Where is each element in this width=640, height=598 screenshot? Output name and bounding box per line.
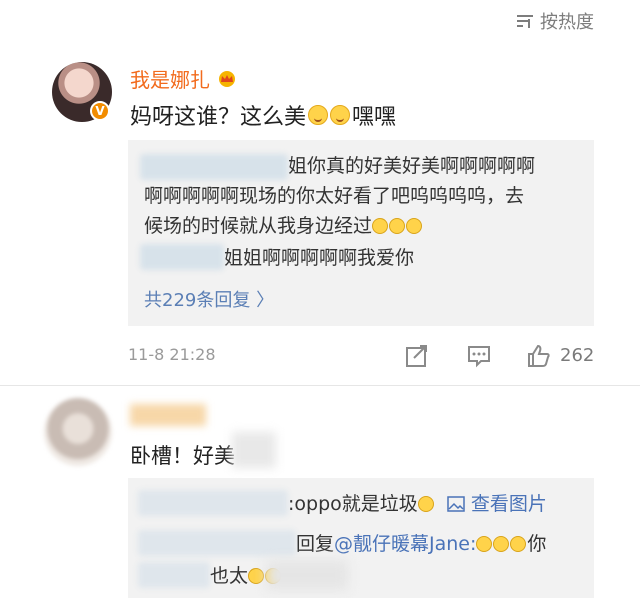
avatar[interactable] bbox=[44, 398, 112, 466]
like-count: 262 bbox=[560, 345, 595, 366]
comment-meta: 11-8 21:28 262 bbox=[128, 343, 596, 369]
username[interactable]: 我是娜扎 bbox=[130, 64, 210, 93]
blurred-username bbox=[138, 490, 288, 516]
reply-line: 姐姐啊啊啊啊啊我爱你 bbox=[224, 247, 415, 269]
replies-box[interactable]: 姐你真的好美好美啊啊啊啊啊 啊啊啊啊啊现场的你太好看了吧呜呜呜呜，去 候场的时候… bbox=[128, 140, 594, 326]
emoji-icon bbox=[330, 105, 351, 125]
reply-line: 候场的时候就从我身边经过 bbox=[144, 214, 423, 238]
share-icon[interactable] bbox=[404, 343, 430, 369]
blurred-watermark bbox=[266, 560, 348, 590]
sort-by-hot-button[interactable]: 按热度 bbox=[516, 8, 594, 34]
blurred-region bbox=[232, 432, 276, 468]
blurred-text bbox=[138, 562, 210, 588]
reply-line: :oppo就是垃圾 查看图片 bbox=[288, 493, 547, 515]
thumbs-up-icon[interactable] bbox=[526, 343, 552, 369]
more-replies-link[interactable]: 共229条回复 〉 bbox=[144, 286, 274, 312]
divider bbox=[0, 385, 640, 386]
blurred-username bbox=[140, 154, 288, 180]
reply-line: 姐你真的好美好美啊啊啊啊啊 bbox=[288, 155, 536, 177]
image-icon bbox=[447, 496, 465, 512]
sort-icon bbox=[517, 15, 533, 28]
blurred-username bbox=[140, 244, 224, 270]
sort-label: 按热度 bbox=[540, 12, 594, 33]
comment-icon[interactable] bbox=[466, 343, 492, 369]
blurred-username bbox=[130, 404, 206, 426]
blurred-username bbox=[138, 530, 296, 556]
mention-link[interactable]: @靓仔暖幕Jane: bbox=[334, 533, 476, 555]
emoji-icon bbox=[308, 105, 329, 125]
reply-line: 回复@靓仔暖幕Jane: 你 bbox=[296, 533, 547, 555]
comment-author[interactable]: 我是娜扎 bbox=[130, 64, 238, 93]
crown-icon bbox=[219, 70, 235, 87]
timestamp: 11-8 21:28 bbox=[128, 345, 216, 364]
reply-line: 啊啊啊啊啊现场的你太好看了吧呜呜呜呜，去 bbox=[144, 185, 525, 207]
comment-text: 卧槽！好美 bbox=[130, 444, 235, 468]
verified-badge-icon: V bbox=[90, 101, 110, 121]
comment-text: 妈呀这谁？这么美 嘿嘿 bbox=[130, 105, 397, 130]
view-image-link[interactable]: 查看图片 bbox=[471, 493, 547, 515]
replies-box[interactable]: :oppo就是垃圾 查看图片 回复@靓仔暖幕Jane: 你 也太 bbox=[128, 478, 594, 598]
